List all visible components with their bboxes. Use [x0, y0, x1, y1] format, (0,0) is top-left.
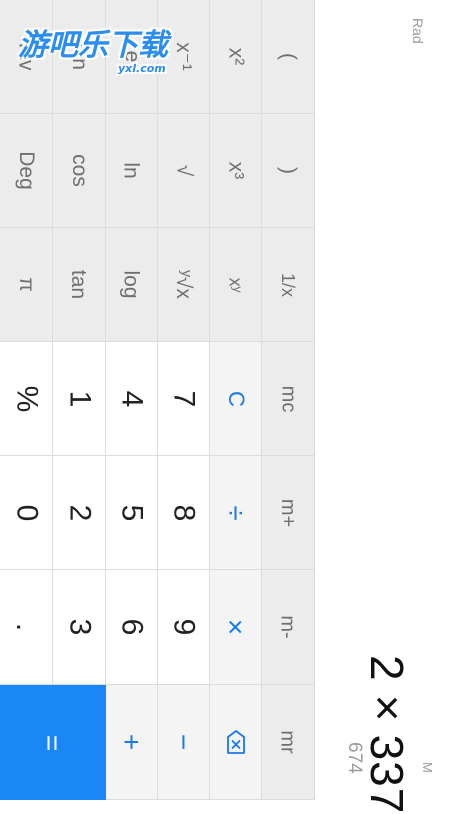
- left-paren-key[interactable]: (: [262, 0, 315, 114]
- memory-clear-key[interactable]: mc: [262, 342, 315, 456]
- inv-key[interactable]: Inv: [0, 0, 53, 114]
- subtract-key[interactable]: −: [158, 685, 210, 800]
- digit-7-key[interactable]: 7: [158, 342, 210, 456]
- digit-6-key[interactable]: 6: [106, 570, 158, 685]
- log-key[interactable]: log: [106, 228, 158, 342]
- deg-key[interactable]: Deg: [0, 114, 53, 228]
- backspace-key[interactable]: [210, 685, 262, 800]
- right-paren-key[interactable]: ): [262, 114, 315, 228]
- square-key[interactable]: x²: [210, 0, 262, 114]
- digit-2-key[interactable]: 2: [53, 456, 106, 570]
- memory-indicator: M: [420, 762, 435, 773]
- sin-key[interactable]: sin: [53, 0, 106, 114]
- angle-mode-indicator: Rad: [410, 18, 426, 44]
- digit-0-key[interactable]: 0: [0, 456, 53, 570]
- divide-key[interactable]: ÷: [210, 456, 262, 570]
- digit-5-key[interactable]: 5: [106, 456, 158, 570]
- percent-key[interactable]: %: [0, 342, 53, 456]
- tan-key[interactable]: tan: [53, 228, 106, 342]
- add-key[interactable]: +: [106, 685, 158, 800]
- memory-add-key[interactable]: m+: [262, 456, 315, 570]
- multiply-key[interactable]: ×: [210, 570, 262, 685]
- reciprocal-key[interactable]: 1/x: [262, 228, 315, 342]
- power-key[interactable]: xʸ: [210, 228, 262, 342]
- digit-9-key[interactable]: 9: [158, 570, 210, 685]
- digit-4-key[interactable]: 4: [106, 342, 158, 456]
- memory-recall-key[interactable]: mr: [262, 685, 315, 800]
- digit-8-key[interactable]: 8: [158, 456, 210, 570]
- ln-key[interactable]: ln: [106, 114, 158, 228]
- decimal-key[interactable]: .: [0, 570, 53, 685]
- digit-3-key[interactable]: 3: [53, 570, 106, 685]
- sqrt-key[interactable]: √: [158, 114, 210, 228]
- pi-key[interactable]: π: [0, 228, 53, 342]
- clear-key[interactable]: C: [210, 342, 262, 456]
- expression-display: 2×337: [361, 655, 413, 814]
- e-key[interactable]: e: [106, 0, 158, 114]
- yth-root-key[interactable]: ʸ√x: [158, 228, 210, 342]
- equals-key[interactable]: =: [0, 685, 106, 800]
- result-preview: 674: [344, 742, 365, 774]
- keypad: Inv sin e x⁻¹ x² ( Deg cos ln √ x³ ) π t…: [0, 0, 315, 800]
- cos-key[interactable]: cos: [53, 114, 106, 228]
- digit-1-key[interactable]: 1: [53, 342, 106, 456]
- backspace-icon: [226, 729, 246, 755]
- memory-subtract-key[interactable]: m-: [262, 570, 315, 685]
- cube-key[interactable]: x³: [210, 114, 262, 228]
- reciprocal-power-key[interactable]: x⁻¹: [158, 0, 210, 114]
